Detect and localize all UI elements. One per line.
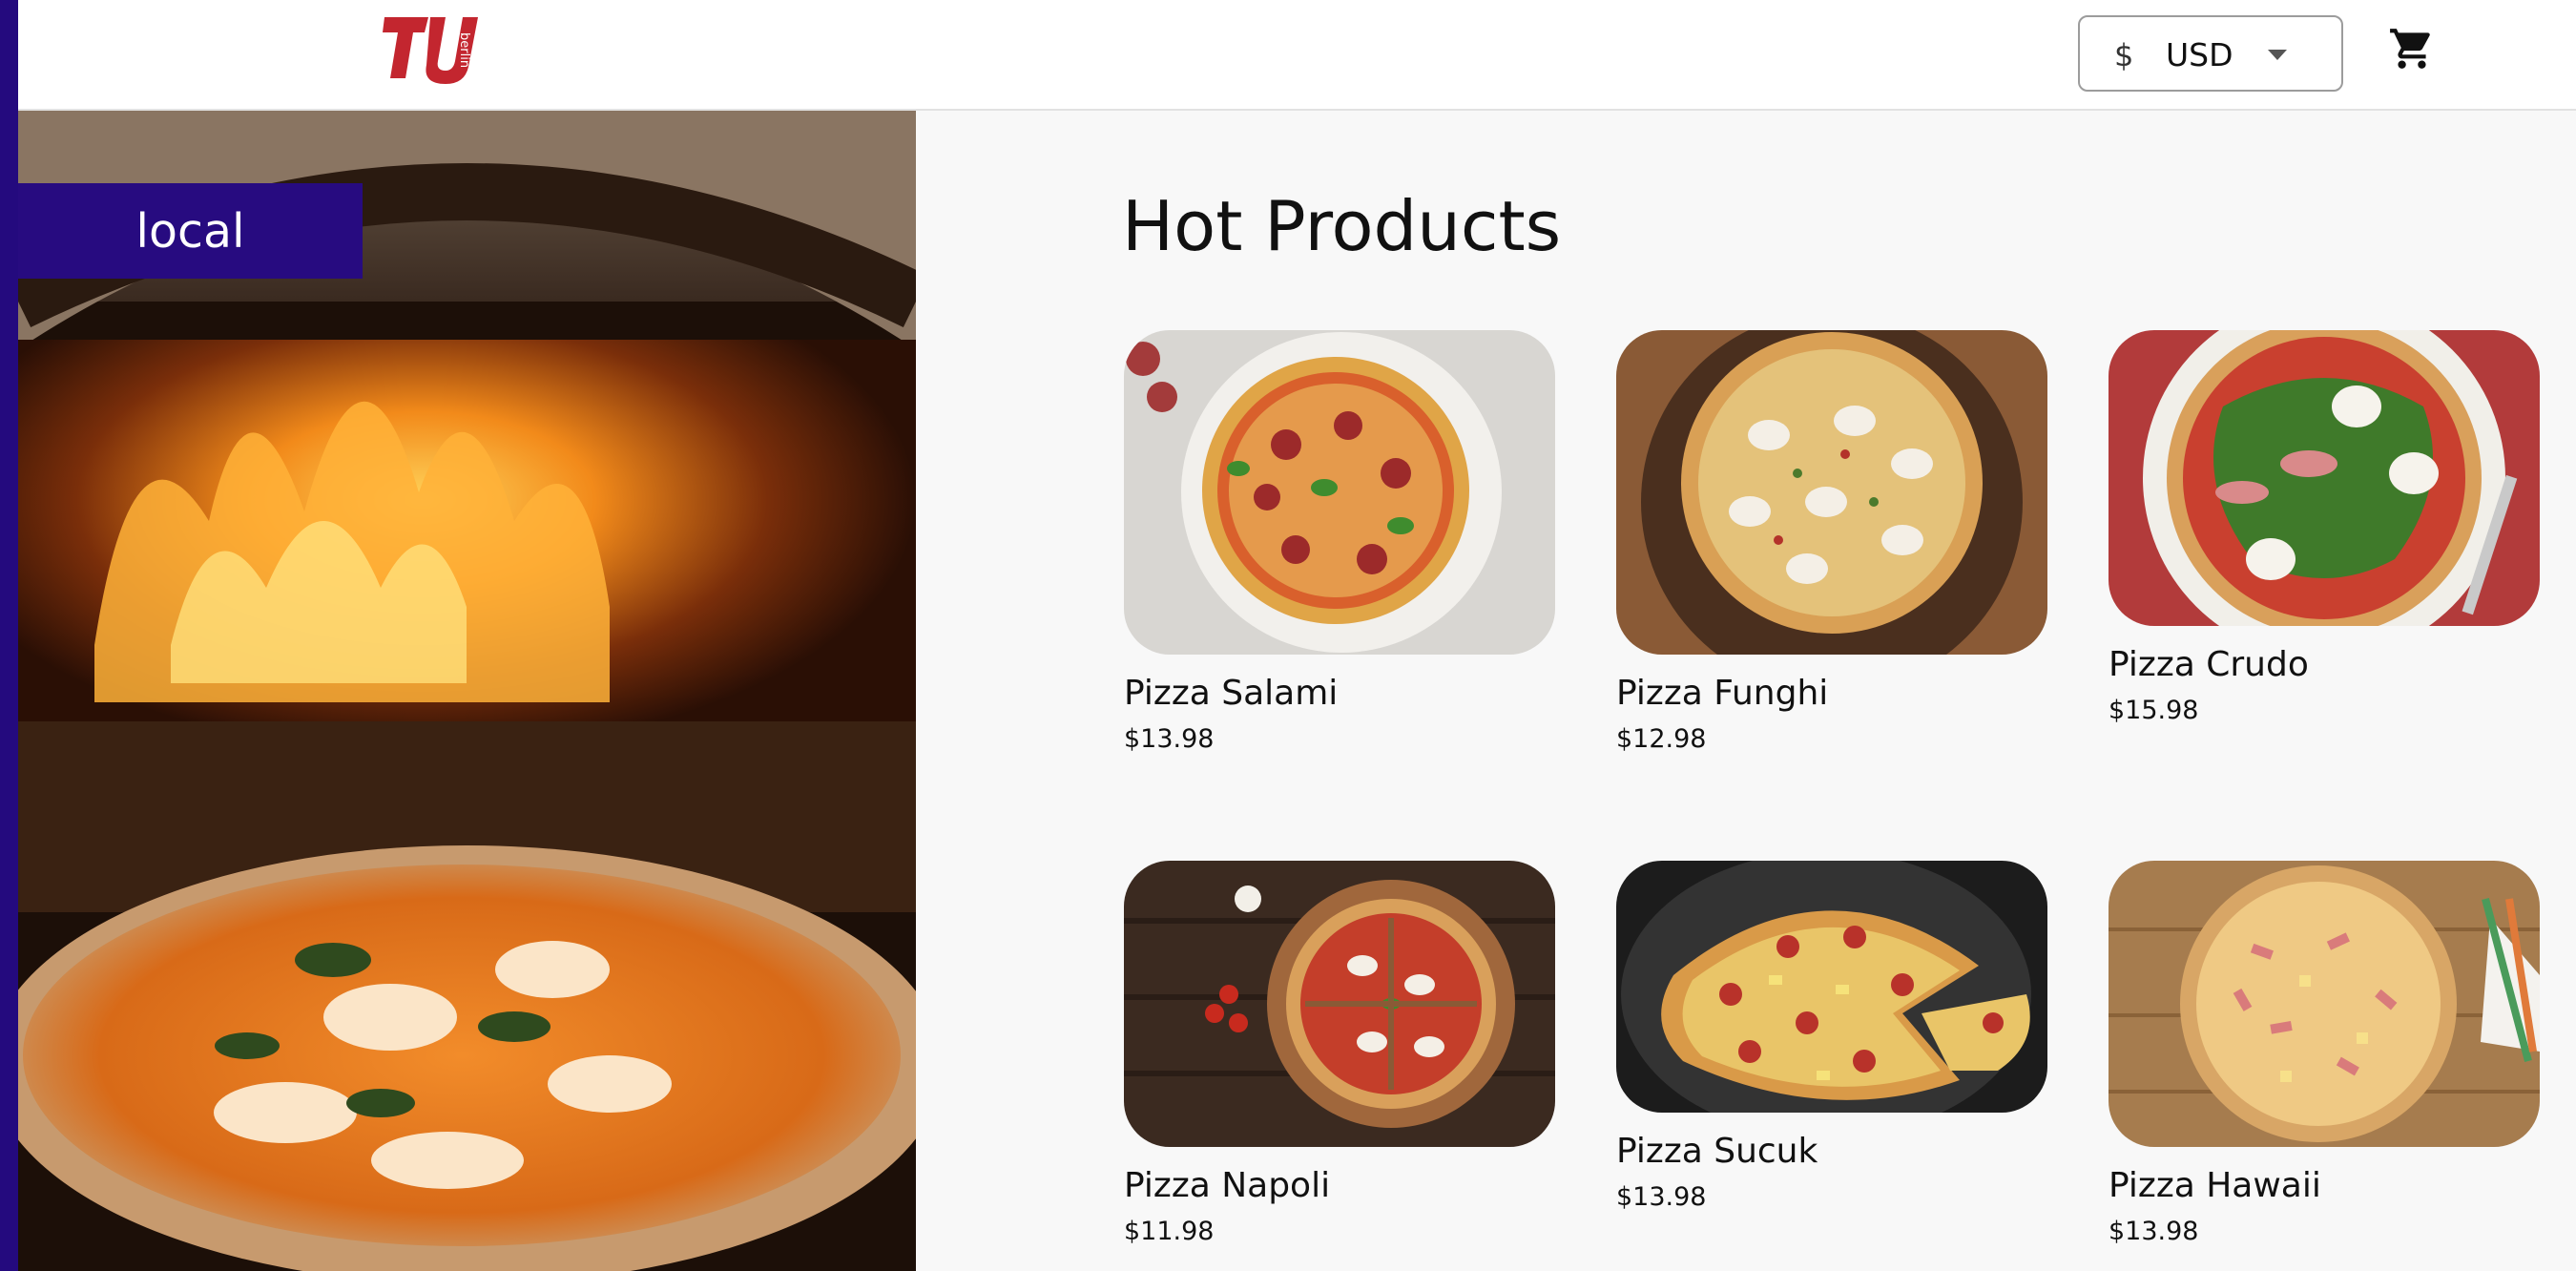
product-price: $13.98: [1124, 724, 1215, 754]
product-name[interactable]: Pizza Salami: [1124, 674, 1555, 713]
location-label: local: [135, 203, 245, 259]
product-image[interactable]: [2109, 861, 2540, 1147]
left-accent-stripe: [0, 0, 18, 1271]
svg-text:berlin: berlin: [457, 32, 471, 68]
location-tag: local: [18, 183, 363, 279]
currency-code: USD: [2166, 36, 2233, 73]
section-title: Hot Products: [1122, 186, 1562, 266]
product-card[interactable]: Pizza Funghi $12.98: [1616, 330, 2047, 754]
chevron-down-icon: [2268, 50, 2287, 60]
currency-select[interactable]: $ USD: [2078, 15, 2343, 92]
product-price: $11.98: [1124, 1217, 1215, 1246]
tu-berlin-logo[interactable]: berlin: [379, 11, 493, 86]
product-price: $13.98: [1616, 1182, 1707, 1212]
product-name[interactable]: Pizza Sucuk: [1616, 1132, 2047, 1171]
currency-symbol: $: [2114, 37, 2134, 73]
product-image[interactable]: [1124, 861, 1555, 1147]
product-price: $13.98: [2109, 1217, 2199, 1246]
top-header: berlin $ USD: [18, 0, 2576, 111]
shopping-cart-icon[interactable]: [2388, 25, 2436, 73]
product-image[interactable]: [2109, 330, 2540, 626]
product-card[interactable]: Pizza Hawaii $13.98: [2109, 861, 2540, 1246]
product-image[interactable]: [1616, 861, 2047, 1113]
product-card[interactable]: Pizza Sucuk $13.98: [1616, 861, 2047, 1212]
product-name[interactable]: Pizza Hawaii: [2109, 1166, 2540, 1205]
product-name[interactable]: Pizza Napoli: [1124, 1166, 1555, 1205]
product-card[interactable]: Pizza Napoli $11.98: [1124, 861, 1555, 1246]
product-card[interactable]: Pizza Crudo $15.98: [2109, 330, 2540, 725]
product-price: $12.98: [1616, 724, 1707, 754]
product-image[interactable]: [1124, 330, 1555, 655]
product-name[interactable]: Pizza Funghi: [1616, 674, 2047, 713]
product-card[interactable]: Pizza Salami $13.98: [1124, 330, 1555, 754]
hero-pizza-oven-image: [18, 111, 916, 1271]
product-name[interactable]: Pizza Crudo: [2109, 645, 2540, 684]
product-image[interactable]: [1616, 330, 2047, 655]
product-price: $15.98: [2109, 696, 2199, 725]
